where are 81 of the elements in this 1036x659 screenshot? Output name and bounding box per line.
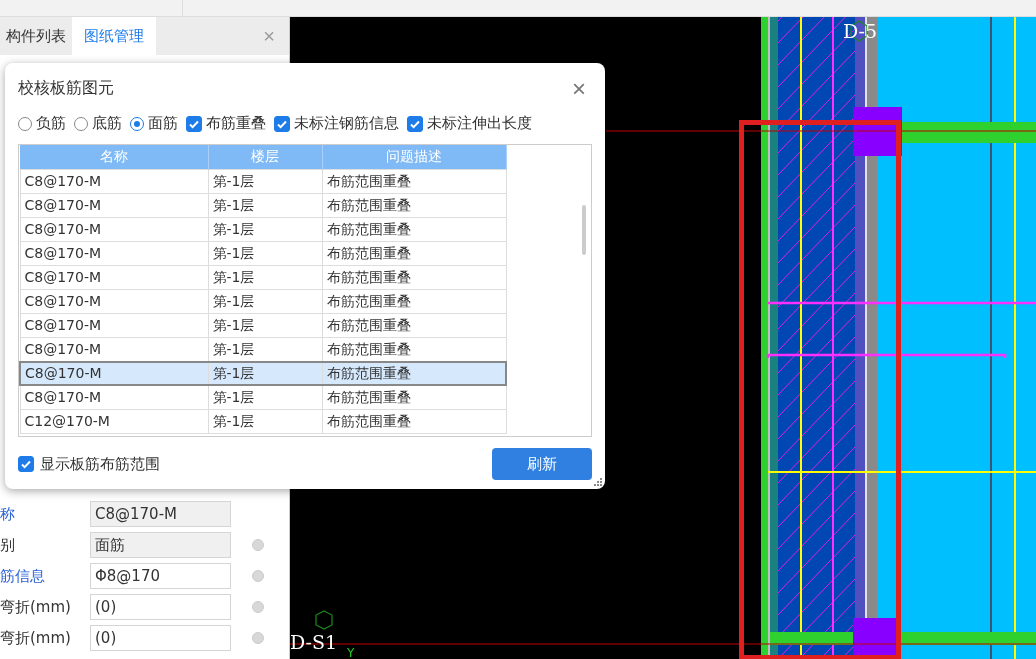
table-cell: 布筋范围重叠 [322, 193, 506, 218]
axis-letter: Y [347, 647, 355, 659]
property-field[interactable]: 面筋 [90, 532, 231, 558]
panel-tab[interactable]: 构件列表 [0, 17, 72, 55]
checkbox[interactable] [186, 115, 202, 132]
table-cell: 第-1层 [208, 289, 322, 314]
table-cell: 布筋范围重叠 [322, 241, 506, 266]
table-row[interactable]: C8@170-M 第-1层 布筋范围重叠 [20, 289, 506, 314]
table-cell: 布筋范围重叠 [322, 289, 506, 314]
property-field[interactable]: C8@170-M [90, 501, 231, 527]
option-label: 负筋 [36, 114, 66, 134]
checkbox-option[interactable]: 显示板筋布筋范围 [18, 454, 160, 474]
table-row[interactable]: C8@170-M 第-1层 布筋范围重叠 [20, 169, 506, 194]
table-cell: 第-1层 [208, 409, 322, 434]
axis-label: D-S1 [290, 633, 338, 652]
table-cell: C8@170-M [20, 169, 208, 194]
option-label: 显示板筋布筋范围 [40, 454, 160, 474]
table-cell: C8@170-M [20, 217, 208, 242]
table-row[interactable]: C12@170-M 第-1层 布筋范围重叠 [20, 409, 506, 434]
table-cell: 第-1层 [208, 193, 322, 218]
table-row[interactable]: C8@170-M 第-1层 布筋范围重叠 [20, 361, 506, 385]
table-row[interactable]: C8@170-M 第-1层 布筋范围重叠 [20, 217, 506, 242]
table-cell: 布筋范围重叠 [322, 217, 506, 242]
property-label: 弯折(mm) [0, 628, 72, 648]
table-cell: 布筋范围重叠 [322, 361, 506, 385]
table-cell: 布筋范围重叠 [322, 409, 506, 434]
refresh-button[interactable]: 刷新 [492, 448, 592, 481]
radio-option[interactable]: 面筋 [130, 114, 178, 134]
table-row[interactable]: C8@170-M 第-1层 布筋范围重叠 [20, 384, 506, 410]
property-field[interactable]: Φ8@170 [90, 563, 231, 589]
property-label: 筋信息 [0, 566, 46, 586]
table-cell: C8@170-M [20, 384, 208, 410]
radio-icon[interactable] [74, 116, 88, 131]
panel-tab[interactable]: 图纸管理 [72, 17, 156, 55]
radio-option[interactable]: 底筋 [74, 114, 122, 134]
checkbox-option[interactable]: 布筋重叠 [186, 114, 266, 134]
property-label: 弯折(mm) [0, 597, 72, 617]
radio-icon[interactable] [18, 116, 32, 131]
property-label: 别 [0, 535, 16, 555]
option-label: 面筋 [148, 114, 178, 134]
table-cell: 第-1层 [208, 265, 322, 290]
hexagon-icon [315, 610, 333, 630]
table-cell: C8@170-M [20, 265, 208, 290]
property-field[interactable]: (0) [90, 625, 231, 651]
table-cell: 第-1层 [208, 361, 322, 385]
checkbox[interactable] [407, 115, 423, 132]
option-label: 未标注伸出长度 [427, 114, 532, 134]
table-cell: 第-1层 [208, 384, 322, 410]
table-row[interactable]: C8@170-M 第-1层 布筋范围重叠 [20, 193, 506, 218]
table-cell: C8@170-M [20, 289, 208, 314]
table-cell: C12@170-M [20, 409, 208, 434]
table-row[interactable]: C8@170-M 第-1层 布筋范围重叠 [20, 313, 506, 338]
table-cell: 第-1层 [208, 217, 322, 242]
scrollbar-thumb[interactable] [582, 204, 586, 255]
option-label: 底筋 [92, 114, 122, 134]
table-cell: 布筋范围重叠 [322, 169, 506, 194]
table-cell: C8@170-M [20, 241, 208, 266]
close-button[interactable]: × [566, 74, 592, 103]
checkbox-option[interactable]: 未标注钢筋信息 [274, 114, 399, 134]
option-label: 布筋重叠 [206, 114, 266, 134]
table-cell: 布筋范围重叠 [322, 265, 506, 290]
resize-grip-icon[interactable] [594, 478, 602, 486]
dialog-title: 校核板筋图元 [18, 78, 115, 100]
table-cell: C8@170-M [20, 193, 208, 218]
option-label: 未标注钢筋信息 [294, 114, 399, 134]
property-label: 称 [0, 504, 16, 524]
table-cell: C8@170-M [20, 313, 208, 338]
property-field[interactable]: (0) [90, 594, 231, 620]
table-cell: 布筋范围重叠 [322, 384, 506, 410]
table-cell: 第-1层 [208, 241, 322, 266]
table-cell: 第-1层 [208, 313, 322, 338]
checkbox[interactable] [274, 115, 290, 132]
table-cell: 第-1层 [208, 169, 322, 194]
table-row[interactable]: C8@170-M 第-1层 布筋范围重叠 [20, 241, 506, 266]
table-row[interactable]: C8@170-M 第-1层 布筋范围重叠 [20, 265, 506, 290]
table-cell: 布筋范围重叠 [322, 313, 506, 338]
radio-option[interactable]: 负筋 [18, 114, 66, 134]
radio-icon[interactable] [130, 116, 144, 131]
checkbox-option[interactable]: 未标注伸出长度 [407, 114, 532, 134]
table-cell: C8@170-M [20, 361, 208, 385]
checkbox[interactable] [18, 456, 34, 473]
